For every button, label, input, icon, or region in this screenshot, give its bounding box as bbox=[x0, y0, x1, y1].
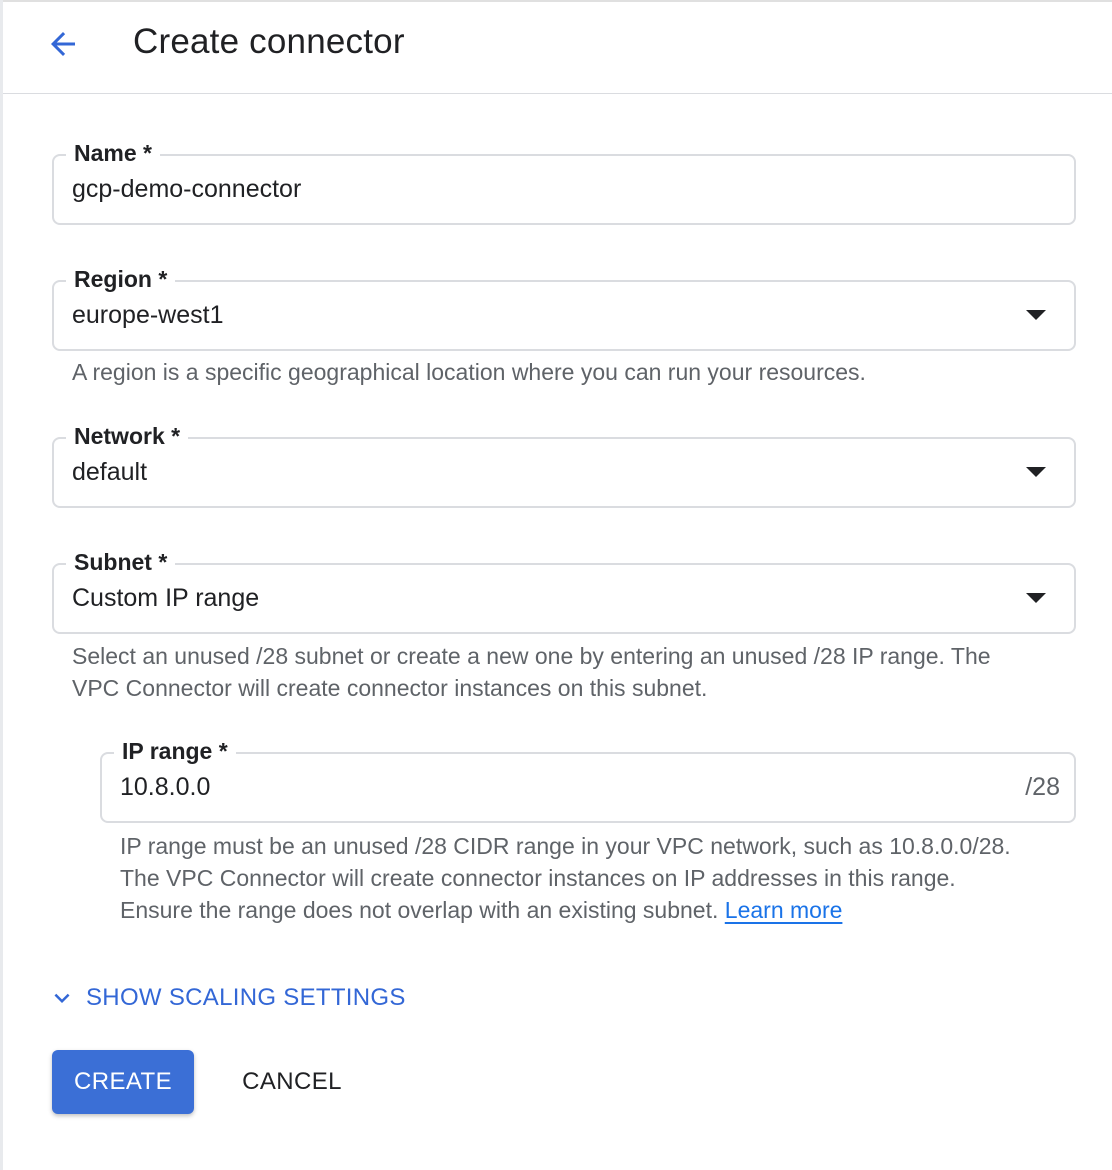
region-value[interactable]: europe-west1 bbox=[72, 298, 223, 332]
ip-range-suffix: /28 bbox=[1025, 773, 1060, 801]
subnet-hint: Select an unused /28 subnet or create a … bbox=[72, 643, 991, 701]
ip-range-input[interactable]: 10.8.0.0 bbox=[120, 770, 210, 804]
region-label: Region * bbox=[66, 262, 176, 296]
learn-more-link[interactable]: Learn more bbox=[725, 897, 843, 923]
network-value[interactable]: default bbox=[72, 455, 147, 489]
name-field[interactable]: Name * gcp-demo-connector bbox=[52, 136, 1076, 225]
dropdown-arrow-icon[interactable] bbox=[1026, 467, 1046, 477]
dropdown-arrow-icon[interactable] bbox=[1026, 593, 1046, 603]
arrow-left-icon bbox=[45, 26, 81, 67]
ip-range-hint: IP range must be an unused /28 CIDR rang… bbox=[120, 833, 1011, 923]
page-header: Create connector bbox=[3, 0, 1112, 94]
create-button[interactable]: CREATE bbox=[52, 1050, 194, 1114]
subnet-select[interactable]: Subnet * Custom IP range bbox=[52, 545, 1076, 634]
subnet-value[interactable]: Custom IP range bbox=[72, 581, 259, 615]
scaling-settings-label: SHOW SCALING SETTINGS bbox=[86, 984, 406, 1011]
chevron-down-icon bbox=[46, 982, 78, 1014]
dropdown-arrow-icon[interactable] bbox=[1026, 310, 1046, 320]
ip-range-label: IP range * bbox=[114, 734, 236, 768]
region-select[interactable]: Region * europe-west1 bbox=[52, 262, 1076, 351]
subnet-label: Subnet * bbox=[66, 545, 176, 579]
page-title: Create connector bbox=[133, 22, 405, 61]
cancel-button[interactable]: CANCEL bbox=[226, 1050, 358, 1114]
back-button[interactable] bbox=[39, 24, 87, 68]
network-select[interactable]: Network * default bbox=[52, 419, 1076, 508]
network-label: Network * bbox=[66, 419, 189, 453]
show-scaling-settings-toggle[interactable]: SHOW SCALING SETTINGS bbox=[46, 982, 406, 1014]
region-hint: A region is a specific geographical loca… bbox=[72, 359, 866, 385]
name-input[interactable]: gcp-demo-connector bbox=[72, 172, 301, 206]
window-left-edge bbox=[0, 0, 3, 1170]
name-label: Name * bbox=[66, 136, 160, 170]
ip-range-field[interactable]: IP range * 10.8.0.0 /28 bbox=[100, 734, 1076, 823]
